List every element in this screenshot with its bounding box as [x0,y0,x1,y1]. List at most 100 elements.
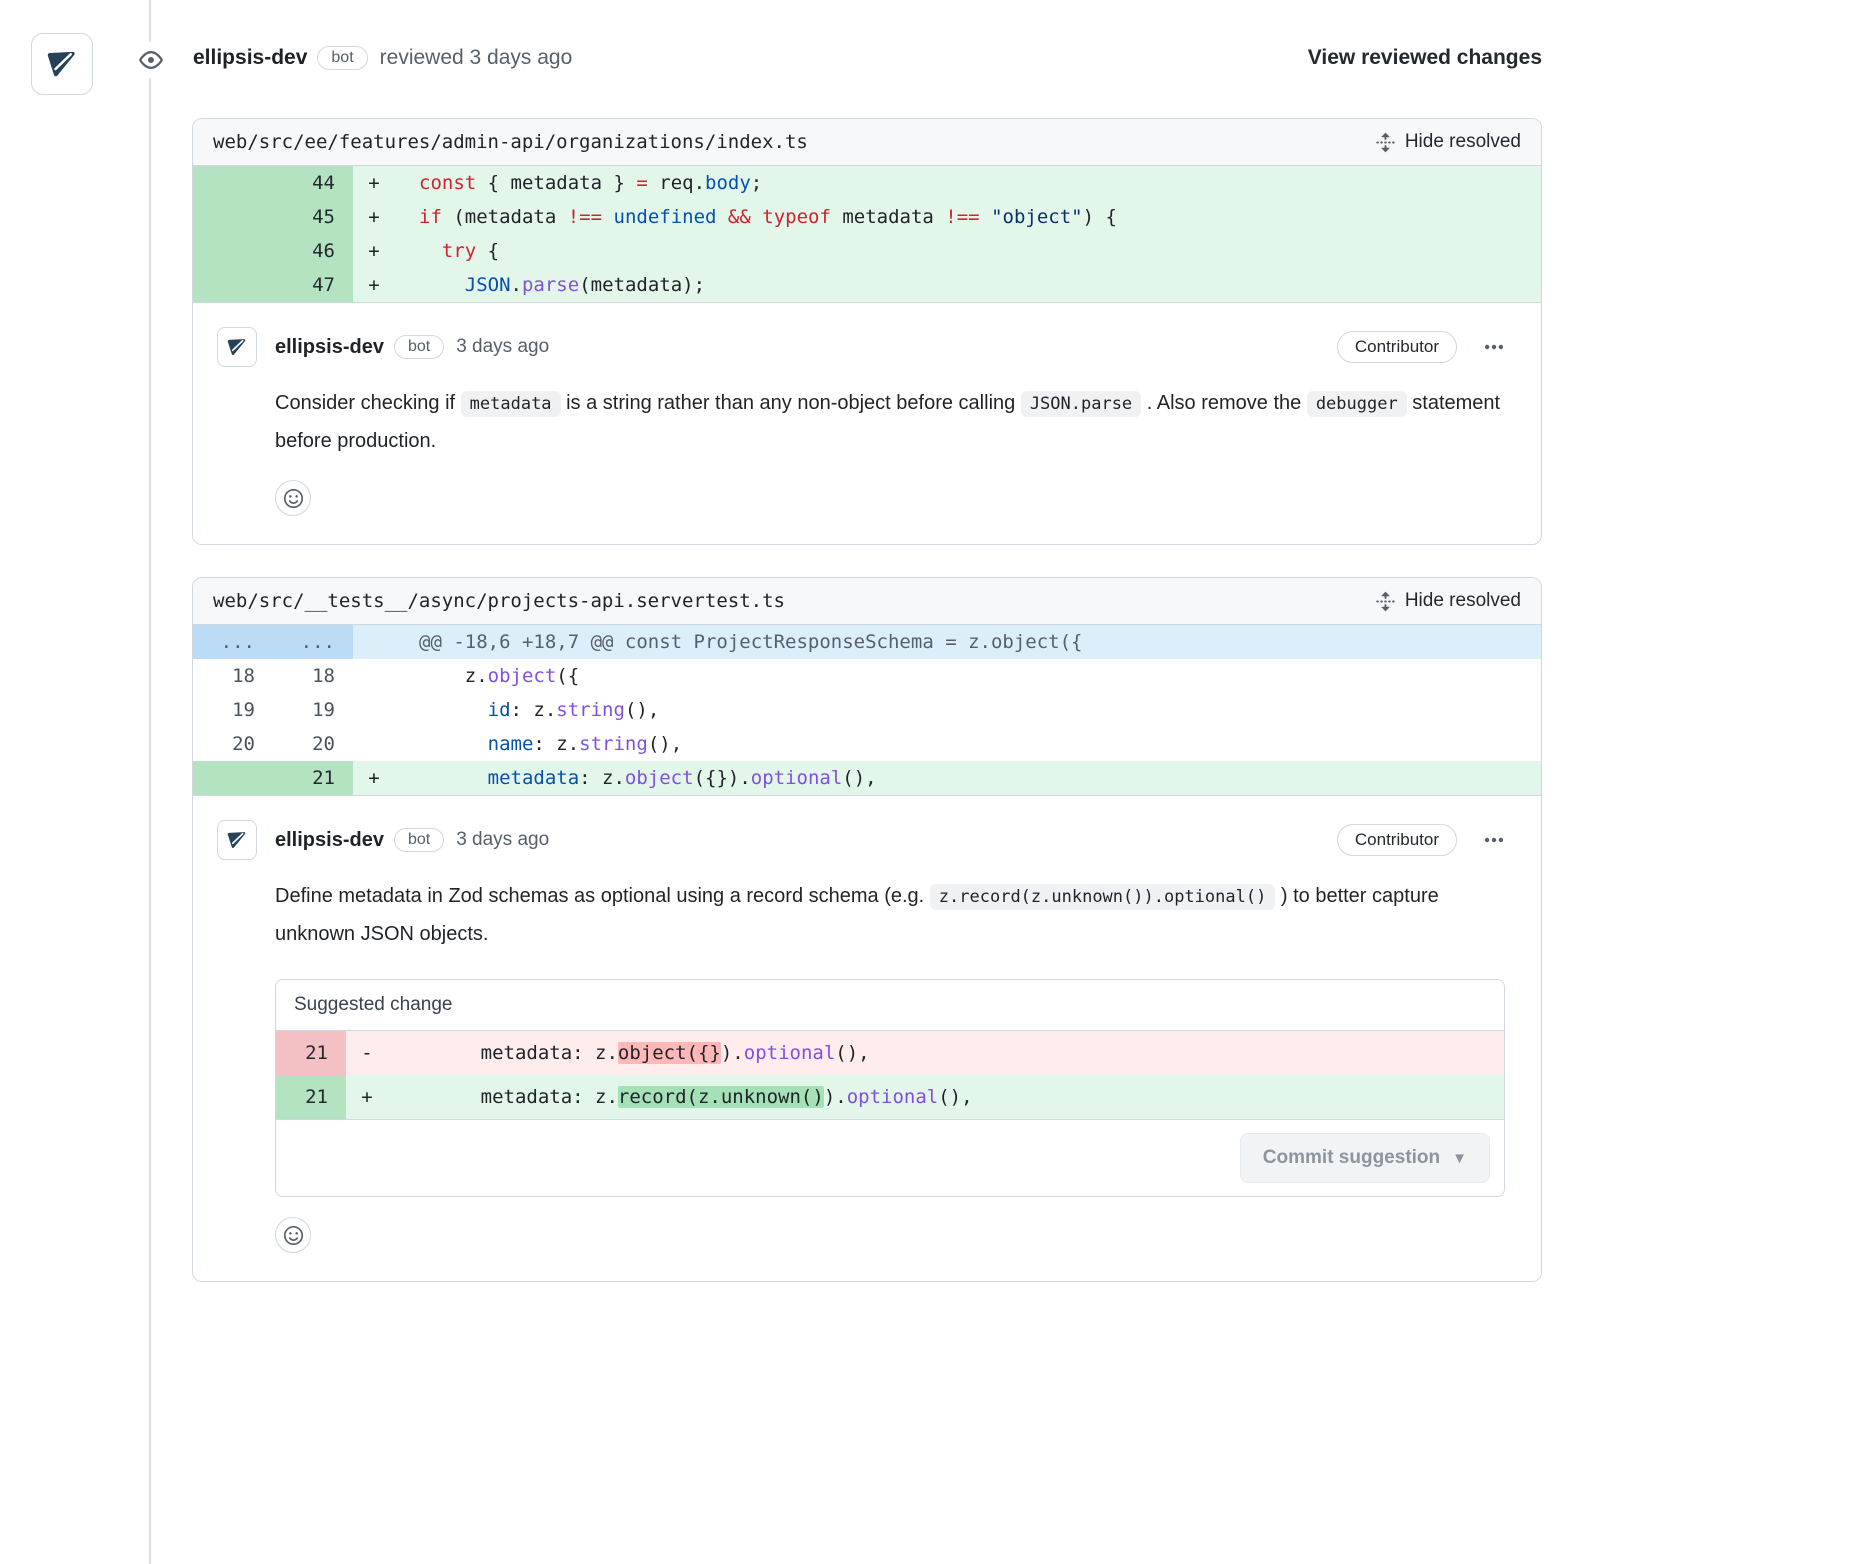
comment-timestamp-link[interactable]: 3 days ago [456,829,549,851]
line-number-old[interactable]: 20 [193,727,273,761]
line-number-old[interactable]: 21 [276,1031,346,1075]
diff-code-line: id: z.string(), [395,693,1541,727]
comment-body-text: Define metadata in Zod schemas as option… [275,878,1505,953]
caret-down-icon: ▼ [1452,1151,1467,1166]
line-number-old[interactable] [193,234,273,268]
line-number-new[interactable]: ... [273,625,353,659]
line-number-new[interactable]: 47 [273,268,353,302]
diff-code-line: if (metadata !== undefined && typeof met… [395,200,1541,234]
diff-row: 2020 name: z.string(), [193,727,1541,761]
diff-view: ...... @@ -18,6 +18,7 @@ const ProjectRes… [193,625,1541,796]
line-number-old[interactable] [193,166,273,200]
diff-code-line: metadata: z.record(z.unknown()).optional… [388,1075,1504,1119]
line-number-new[interactable]: 18 [273,659,353,693]
diff-code-line: const { metadata } = req.body; [395,166,1541,200]
kebab-icon [1483,336,1505,358]
bot-badge: bot [394,828,444,852]
diff-code-line: metadata: z.object({}).optional(), [395,761,1541,795]
diff-code-line: try { [395,234,1541,268]
comment-menu-button[interactable] [1483,336,1505,358]
comment-header: ellipsis-dev bot 3 days ago Contributor [217,327,1505,367]
line-number-new[interactable]: 45 [273,200,353,234]
diff-sign: - [346,1031,388,1075]
view-reviewed-changes-link[interactable]: View reviewed changes [1308,46,1542,70]
comment-author-link[interactable]: ellipsis-dev [275,829,384,852]
comment-avatar[interactable] [217,327,257,367]
diff-row: 44+const { metadata } = req.body; [193,166,1541,200]
file-header: web/src/__tests__/async/projects-api.ser… [193,578,1541,625]
contributor-badge: Contributor [1337,331,1457,363]
bot-badge: bot [394,335,444,359]
diff-row: 47+ JSON.parse(metadata); [193,268,1541,302]
inline-code: metadata [461,391,561,417]
commit-suggestion-button[interactable]: Commit suggestion ▼ [1240,1133,1490,1183]
diff-sign [353,625,395,659]
timeline-line [149,0,151,1564]
add-reaction-button[interactable] [275,1217,311,1253]
commit-suggestion-label: Commit suggestion [1263,1147,1440,1169]
hide-resolved-button[interactable]: Hide resolved [1375,131,1521,153]
comment-menu-button[interactable] [1483,829,1505,851]
line-number-old[interactable]: 21 [276,1075,346,1119]
line-number-new[interactable]: 20 [273,727,353,761]
diff-row: ...... @@ -18,6 +18,7 @@ const ProjectRes… [193,625,1541,659]
pull-request-review-timeline: ellipsis-dev bot reviewed 3 days ago Vie… [0,0,1858,1564]
diff-view: 44+const { metadata } = req.body;45+if (… [193,166,1541,303]
diff-sign: + [353,166,395,200]
smiley-icon [283,488,304,509]
diff-code-line: name: z.string(), [395,727,1541,761]
comment-timestamp-link[interactable]: 3 days ago [456,336,549,358]
ellipsis-logo-icon [224,334,250,360]
line-number-old[interactable]: ... [193,625,273,659]
kebab-icon [1483,829,1505,851]
comment-avatar[interactable] [217,820,257,860]
contributor-badge: Contributor [1337,824,1457,856]
diff-code-line: metadata: z.object({}).optional(), [388,1031,1504,1075]
diff-row: 21+ metadata: z.record(z.unknown()).opti… [276,1075,1504,1119]
line-number-new[interactable]: 19 [273,693,353,727]
reviewer-avatar[interactable] [31,33,93,95]
reviewer-name-link[interactable]: ellipsis-dev [193,46,307,70]
diff-code-line: @@ -18,6 +18,7 @@ const ProjectResponseS… [395,625,1541,659]
comment-author-link[interactable]: ellipsis-dev [275,336,384,359]
line-number-new[interactable]: 46 [273,234,353,268]
diff-row: 1818 z.object({ [193,659,1541,693]
line-number-new[interactable]: 21 [273,761,353,795]
inline-code: debugger [1307,391,1407,417]
unfold-icon [1375,591,1396,612]
review-header-row: ellipsis-dev bot reviewed 3 days ago Vie… [193,46,1542,70]
eye-icon [139,48,163,72]
diff-row: 45+if (metadata !== undefined && typeof … [193,200,1541,234]
line-number-old[interactable] [193,761,273,795]
unfold-icon [1375,132,1396,153]
file-path-link[interactable]: web/src/ee/features/admin-api/organizati… [213,131,808,153]
diff-row: 46+ try { [193,234,1541,268]
diff-row: 21- metadata: z.object({}).optional(), [276,1031,1504,1075]
diff-code-line: JSON.parse(metadata); [395,268,1541,302]
review-thread-card-1: web/src/ee/features/admin-api/organizati… [192,118,1542,545]
diff-sign [353,659,395,693]
inline-code: z.record(z.unknown()).optional() [930,884,1276,910]
smiley-icon [283,1225,304,1246]
line-number-old[interactable] [193,268,273,302]
suggestion-diff: 21- metadata: z.object({}).optional(),21… [276,1031,1504,1119]
file-path-link[interactable]: web/src/__tests__/async/projects-api.ser… [213,590,785,612]
add-reaction-button[interactable] [275,480,311,516]
diff-sign [353,727,395,761]
bot-badge: bot [317,46,367,70]
line-number-old[interactable]: 19 [193,693,273,727]
line-number-old[interactable] [193,200,273,234]
review-threads: web/src/ee/features/admin-api/organizati… [192,118,1542,1282]
review-marker [133,42,169,78]
hide-resolved-label: Hide resolved [1405,590,1521,612]
suggested-change-block: Suggested change 21- metadata: z.object(… [275,979,1505,1197]
line-number-new[interactable]: 44 [273,166,353,200]
line-number-old[interactable]: 18 [193,659,273,693]
review-action-text: reviewed 3 days ago [380,46,573,70]
hide-resolved-button[interactable]: Hide resolved [1375,590,1521,612]
ellipsis-logo-icon [224,827,250,853]
diff-sign: + [353,200,395,234]
diff-sign: + [346,1075,388,1119]
diff-sign: + [353,761,395,795]
diff-row: 21+ metadata: z.object({}).optional(), [193,761,1541,795]
